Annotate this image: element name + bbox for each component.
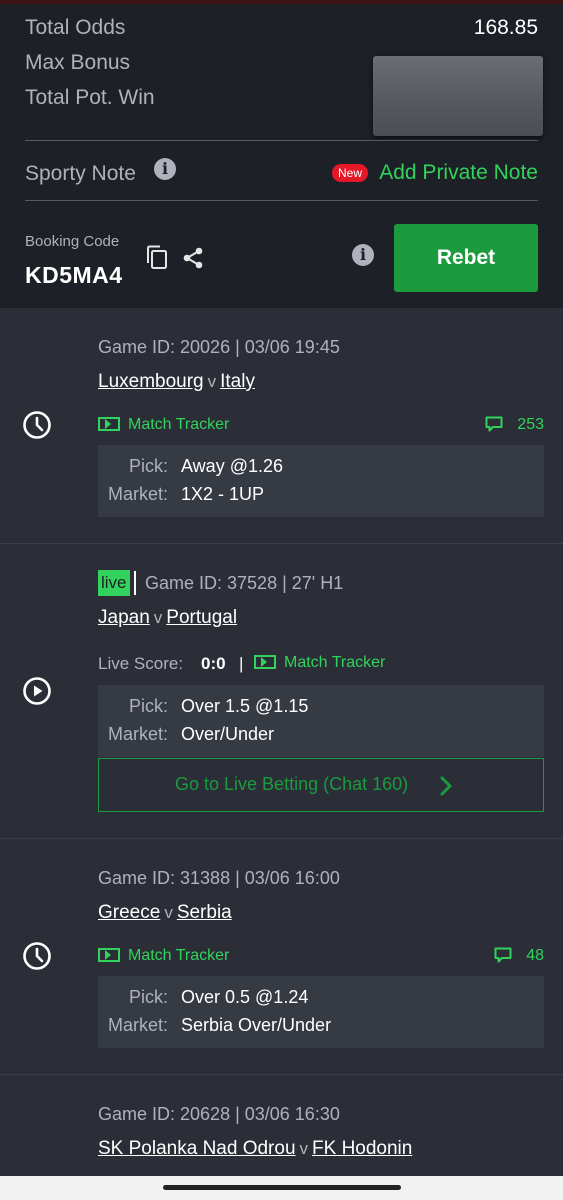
clock-icon <box>23 942 51 970</box>
info-icon[interactable]: i <box>352 244 374 266</box>
selections-list: Game ID: 20026 | 03/06 19:45 Luxembourg v… <box>0 308 563 1176</box>
pitch-icon <box>254 655 276 669</box>
booking-code-value: KD5MA4 <box>25 262 123 288</box>
clock-icon <box>23 411 51 439</box>
go-to-live-betting-button[interactable]: Go to Live Betting (Chat 160) <box>98 758 544 812</box>
pick-box: Pick: Away @1.26 Market: 1X2 - 1UP <box>98 445 544 517</box>
match-tracker-label: Match Tracker <box>284 654 386 671</box>
game-id: Game ID: 31388 | 03/06 16:00 <box>98 868 340 888</box>
versus-label: v <box>299 1139 309 1158</box>
match-tracker-label: Match Tracker <box>128 416 230 433</box>
home-indicator[interactable] <box>163 1185 401 1190</box>
sporty-note-label: Sporty Note <box>25 162 136 185</box>
chat-count-value: 253 <box>517 416 544 433</box>
booking-code-label: Booking Code <box>25 233 120 250</box>
market-label: Market: <box>107 484 168 504</box>
redacted-amount-overlay <box>373 56 543 136</box>
pitch-icon <box>98 417 120 431</box>
separator: | <box>239 654 244 673</box>
add-private-note-link[interactable]: Add Private Note <box>379 161 538 185</box>
live-score-label: Live Score: <box>98 654 184 673</box>
pick-box: Pick: Over 0.5 @1.24 Market: Serbia Over… <box>98 976 544 1048</box>
pitch-icon <box>98 948 120 962</box>
match-teams[interactable]: Greece v Serbia <box>98 902 232 924</box>
away-team[interactable]: FK Hodonin <box>312 1138 412 1159</box>
game-id: Game ID: 37528 | 27' H1 <box>145 573 344 593</box>
game-id: Game ID: 20628 | 03/06 16:30 <box>98 1104 340 1124</box>
match-tracker-label: Match Tracker <box>128 947 230 964</box>
match-tracker-link[interactable]: Match Tracker <box>254 654 385 672</box>
match-teams[interactable]: Luxembourg v Italy <box>98 371 255 393</box>
pick-value: Away @1.26 <box>181 456 283 476</box>
home-team[interactable]: SK Polanka Nad Odrou <box>98 1138 296 1159</box>
total-odds-label: Total Odds <box>25 16 126 39</box>
selection-card[interactable]: live Game ID: 37528 | 27' H1 Japan v Portu… <box>0 544 563 839</box>
chat-count[interactable]: 253 <box>485 416 544 434</box>
info-icon[interactable]: i <box>154 158 176 180</box>
away-team[interactable]: Serbia <box>177 902 232 923</box>
new-badge: New <box>332 164 369 182</box>
total-odds-row: Total Odds 168.85 <box>25 16 538 40</box>
market-value: Serbia Over/Under <box>181 1015 332 1035</box>
match-teams[interactable]: SK Polanka Nad Odrou v FK Hodonin <box>98 1138 412 1160</box>
home-team[interactable]: Luxembourg <box>98 371 204 392</box>
max-bonus-label: Max Bonus <box>25 51 131 74</box>
live-score-value: 0:0 <box>201 654 226 673</box>
pick-value: Over 0.5 @1.24 <box>181 987 309 1007</box>
selection-card[interactable]: Game ID: 20628 | 03/06 16:30 SK Polanka … <box>0 1075 563 1176</box>
pick-value: Over 1.5 @1.15 <box>181 696 309 716</box>
play-icon <box>23 677 51 705</box>
match-teams[interactable]: Japan v Portugal <box>98 607 237 629</box>
pick-label: Pick: <box>128 696 168 716</box>
home-team[interactable]: Greece <box>98 902 160 923</box>
copy-icon[interactable] <box>145 245 169 271</box>
versus-label: v <box>153 608 163 627</box>
chevron-right-icon <box>440 776 452 796</box>
match-tracker-link[interactable]: Match Tracker <box>98 416 229 434</box>
home-team[interactable]: Japan <box>98 607 150 628</box>
game-id: Game ID: 20026 | 03/06 19:45 <box>98 337 340 357</box>
chat-icon <box>494 947 512 963</box>
total-odds-value: 168.85 <box>473 16 538 39</box>
market-value: 1X2 - 1UP <box>181 484 265 504</box>
pick-label: Pick: <box>128 456 168 476</box>
away-team[interactable]: Portugal <box>166 607 237 628</box>
chat-count-value: 48 <box>526 947 544 964</box>
match-tracker-link[interactable]: Match Tracker <box>98 947 229 965</box>
go-to-live-betting-label: Go to Live Betting (Chat 160) <box>175 774 409 794</box>
share-icon[interactable] <box>181 246 205 270</box>
total-pot-win-label: Total Pot. Win <box>25 86 155 109</box>
bet-summary: Total Odds 168.85 Max Bonus Total Pot. W… <box>0 4 563 308</box>
market-label: Market: <box>107 1015 168 1035</box>
chat-count[interactable]: 48 <box>494 947 544 965</box>
versus-label: v <box>207 372 217 391</box>
live-cursor <box>134 571 136 595</box>
away-team[interactable]: Italy <box>220 371 255 392</box>
divider <box>25 140 538 141</box>
versus-label: v <box>164 903 173 922</box>
divider <box>25 200 538 201</box>
selection-card[interactable]: Game ID: 20026 | 03/06 19:45 Luxembourg v… <box>0 308 563 544</box>
rebet-button[interactable]: Rebet <box>394 224 538 292</box>
selection-card[interactable]: Game ID: 31388 | 03/06 16:00 Greece v Serb… <box>0 839 563 1075</box>
live-badge: live <box>98 570 130 596</box>
pick-label: Pick: <box>128 987 168 1007</box>
chat-icon <box>485 416 503 432</box>
market-label: Market: <box>107 724 168 744</box>
pick-box: Pick: Over 1.5 @1.15 Market: Over/Under <box>98 685 544 757</box>
system-navigation-bar <box>0 1176 563 1200</box>
market-value: Over/Under <box>181 724 275 744</box>
